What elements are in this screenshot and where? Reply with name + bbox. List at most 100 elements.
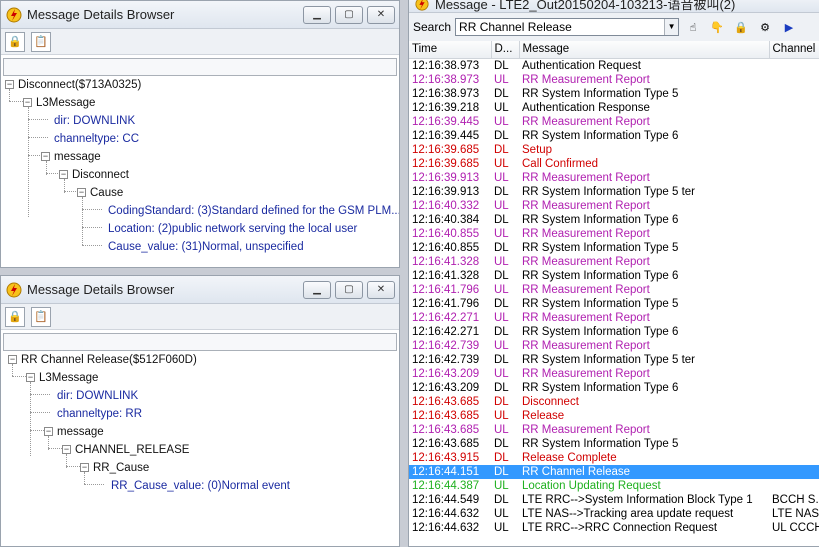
export-button[interactable]: ▶ [779, 17, 799, 37]
cell-direction: DL [494, 493, 509, 506]
table-row[interactable]: 12:16:43.685 UL Release [409, 409, 819, 423]
clipboard-icon: 📋 [34, 36, 48, 48]
minimize-button[interactable]: ▁ [303, 5, 331, 24]
cell-channel [769, 213, 819, 227]
find-next-button[interactable]: 👇 [707, 17, 727, 37]
maximize-button[interactable]: ▢ [335, 280, 363, 299]
collapse-toggle[interactable]: − [80, 463, 89, 472]
cell-direction: UL [494, 171, 509, 184]
collapse-toggle[interactable]: − [41, 152, 50, 161]
table-row[interactable]: 12:16:44.151 DL RR Channel Release [409, 464, 819, 479]
table-row[interactable]: 12:16:40.332 UL RR Measurement Report [409, 199, 819, 213]
table-row[interactable]: 12:16:38.973 UL RR Measurement Report [409, 73, 819, 87]
tree-node[interactable]: RR_Cause [93, 460, 149, 476]
tree-node[interactable]: CHANNEL_RELEASE [75, 442, 189, 458]
tree-node[interactable]: message [57, 424, 104, 440]
table-row[interactable]: 12:16:38.973 DL Authentication Request [409, 58, 819, 73]
tree-node[interactable]: Cause_value: (31)Normal, unspecified [108, 239, 304, 255]
table-row[interactable]: 12:16:39.445 DL RR System Information Type… [409, 129, 819, 143]
filter-button[interactable]: ⚙ [755, 17, 775, 37]
table-row[interactable]: 12:16:39.685 DL Setup [409, 143, 819, 157]
table-row[interactable]: 12:16:43.209 UL RR Measurement Report [409, 367, 819, 381]
table-row[interactable]: 12:16:39.913 UL RR Measurement Report [409, 171, 819, 185]
table-row[interactable]: 12:16:42.271 UL RR Measurement Report [409, 311, 819, 325]
collapse-toggle[interactable]: − [26, 373, 35, 382]
table-row[interactable]: 12:16:41.796 UL RR Measurement Report [409, 283, 819, 297]
details-titlebar-top[interactable]: Message Details Browser ▁ ▢ ✕ [1, 1, 399, 29]
table-row[interactable]: 12:16:42.739 UL RR Measurement Report [409, 339, 819, 353]
table-row[interactable]: 12:16:39.913 DL RR System Information Type… [409, 185, 819, 199]
table-row[interactable]: 12:16:39.445 UL RR Measurement Report [409, 115, 819, 129]
cell-message: RR System Information Type 5 ter [522, 353, 695, 366]
tree-node[interactable]: channeltype: CC [54, 131, 139, 147]
table-row[interactable]: 12:16:40.384 DL RR System Information Type… [409, 213, 819, 227]
tree-node[interactable]: Location: (2)public network serving the … [108, 221, 357, 237]
cell-time: 12:16:44.549 [412, 493, 480, 506]
lock-button[interactable]: 🔒 [5, 31, 25, 52]
collapse-toggle[interactable]: − [23, 98, 32, 107]
table-row[interactable]: 12:16:44.632 UL LTE RRC-->RRC Connection R… [409, 521, 819, 535]
tree-node[interactable]: CodingStandard: (3)Standard defined for … [108, 203, 399, 219]
table-row[interactable]: 12:16:43.209 DL RR System Information Type… [409, 381, 819, 395]
table-row[interactable]: 12:16:44.632 UL LTE NAS-->Tracking area up… [409, 507, 819, 521]
minimize-button[interactable]: ▁ [303, 280, 331, 299]
tree-node[interactable]: L3Message [39, 370, 98, 386]
tree-node[interactable]: Disconnect [72, 167, 129, 183]
collapse-toggle[interactable]: − [44, 427, 53, 436]
table-row[interactable]: 12:16:38.973 DL RR System Information Type… [409, 87, 819, 101]
column-channel[interactable]: Channel [769, 41, 819, 59]
table-row[interactable]: 12:16:40.855 UL RR Measurement Report [409, 227, 819, 241]
table-row[interactable]: 12:16:43.685 DL Disconnect [409, 395, 819, 409]
copy-button[interactable]: 📋 [31, 31, 51, 52]
table-row[interactable]: 12:16:39.685 UL Call Confirmed [409, 157, 819, 171]
column-time[interactable]: Time [409, 41, 492, 59]
close-button[interactable]: ✕ [367, 5, 395, 24]
cell-channel [769, 437, 819, 451]
cell-direction: DL [494, 381, 509, 394]
close-button[interactable]: ✕ [367, 280, 395, 299]
tree-node[interactable]: message [54, 149, 101, 165]
table-row[interactable]: 12:16:44.387 UL Location Updating Request [409, 479, 819, 493]
tree-node[interactable]: RR_Cause_value: (0)Normal event [111, 478, 290, 494]
tree-node[interactable]: Cause [90, 185, 123, 201]
table-row[interactable]: 12:16:42.271 DL RR System Information Type… [409, 325, 819, 339]
table-row[interactable]: 12:16:43.685 UL RR Measurement Report [409, 423, 819, 437]
table-row[interactable]: 12:16:42.739 DL RR System Information Type… [409, 353, 819, 367]
tree-node[interactable]: Disconnect($713A0325) [18, 77, 141, 93]
table-row[interactable]: 12:16:41.796 DL RR System Information Type… [409, 297, 819, 311]
table-row[interactable]: 12:16:44.549 DL LTE RRC-->System Informati… [409, 493, 819, 507]
tree-node[interactable]: dir: DOWNLINK [54, 113, 135, 129]
tree-node[interactable]: dir: DOWNLINK [57, 388, 138, 404]
find-previous-button[interactable]: ☝ [683, 17, 703, 37]
details-titlebar-bottom[interactable]: Message Details Browser ▁ ▢ ✕ [1, 276, 399, 304]
message-titlebar[interactable]: Message - LTE2_Out20150204-103213-语音被叫(2… [409, 0, 819, 13]
collapse-toggle[interactable]: − [62, 445, 71, 454]
table-row[interactable]: 12:16:41.328 UL RR Measurement Report [409, 255, 819, 269]
lock-button[interactable]: 🔒 [731, 17, 751, 37]
cell-channel [769, 157, 819, 171]
table-row[interactable]: 12:16:41.328 DL RR System Information Type… [409, 269, 819, 283]
table-row[interactable]: 12:16:43.915 DL Release Complete [409, 451, 819, 465]
search-input[interactable]: RR Channel Release ▼ [455, 18, 680, 36]
collapse-toggle[interactable]: − [77, 188, 86, 197]
column-direction[interactable]: D... [491, 41, 520, 59]
column-message[interactable]: Message [519, 41, 770, 59]
cell-direction: DL [494, 241, 509, 254]
tree-node[interactable]: channeltype: RR [57, 406, 142, 422]
cell-direction: DL [494, 437, 509, 450]
collapse-toggle[interactable]: − [8, 355, 17, 364]
table-row[interactable]: 12:16:39.218 UL Authentication Response [409, 101, 819, 115]
table-row[interactable]: 12:16:40.855 DL RR System Information Type… [409, 241, 819, 255]
copy-button[interactable]: 📋 [31, 306, 51, 327]
cell-time: 12:16:43.209 [412, 367, 480, 380]
table-row[interactable]: 12:16:43.685 DL RR System Information Type… [409, 437, 819, 451]
maximize-button[interactable]: ▢ [335, 5, 363, 24]
collapse-toggle[interactable]: − [59, 170, 68, 179]
collapse-toggle[interactable]: − [5, 80, 14, 89]
tree-node[interactable]: L3Message [36, 95, 95, 111]
cell-direction: DL [494, 59, 509, 72]
cell-message: RR Measurement Report [522, 73, 650, 86]
tree-node[interactable]: RR Channel Release($512F060D) [21, 352, 197, 368]
chevron-down-icon[interactable]: ▼ [664, 19, 679, 35]
lock-button[interactable]: 🔒 [5, 306, 25, 327]
